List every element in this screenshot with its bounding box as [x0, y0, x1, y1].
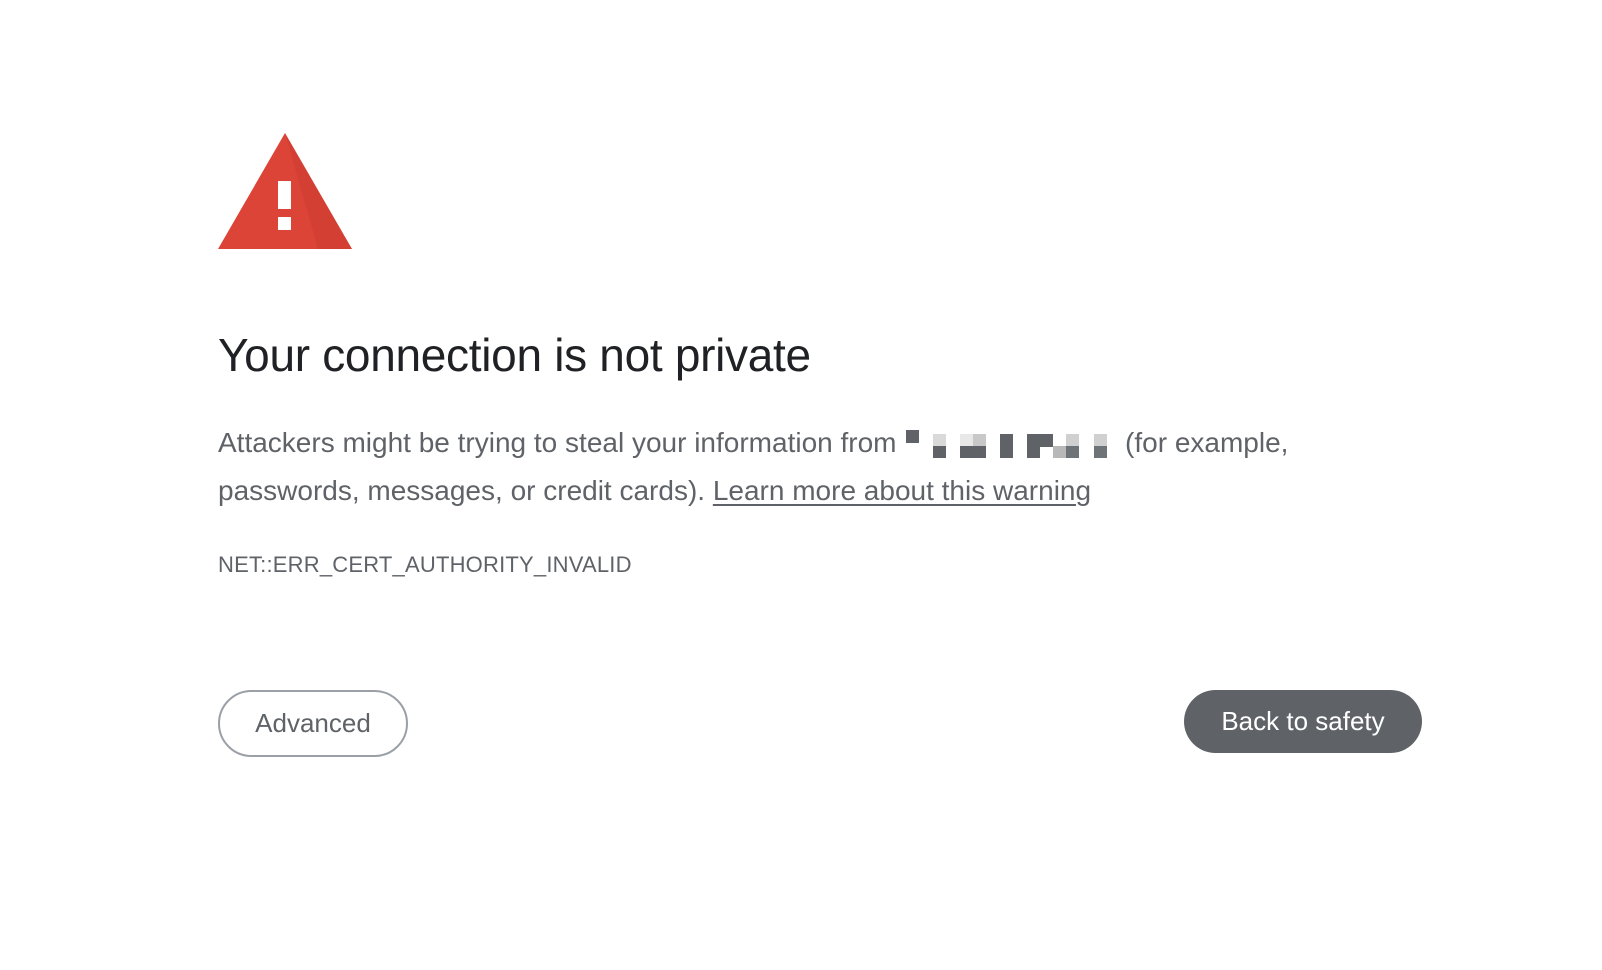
advanced-button[interactable]: Advanced: [218, 690, 408, 757]
interstitial-page: Your connection is not private Attackers…: [0, 0, 1602, 970]
error-code: NET::ERR_CERT_AUTHORITY_INVALID: [218, 552, 632, 577]
message-text-before: Attackers might be trying to steal your …: [218, 427, 905, 458]
warning-triangle-icon: [218, 133, 352, 249]
learn-more-link[interactable]: Learn more about this warning: [713, 475, 1091, 506]
redacted-domain: [906, 428, 1113, 458]
back-to-safety-button[interactable]: Back to safety: [1184, 690, 1422, 753]
page-title: Your connection is not private: [218, 329, 811, 381]
main-message: Attackers might be trying to steal your …: [218, 419, 1398, 515]
